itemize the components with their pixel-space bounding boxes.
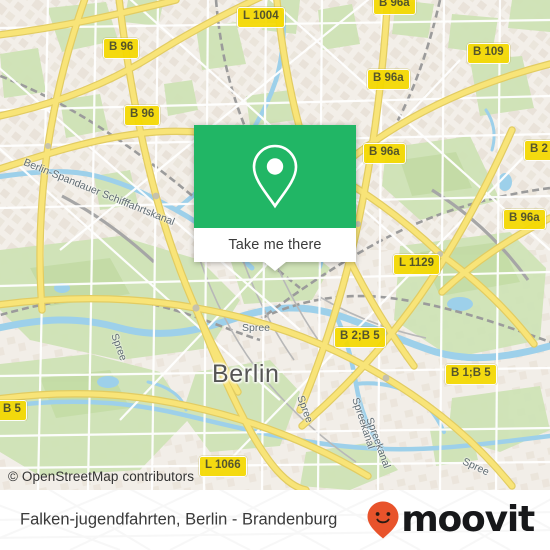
road-shield: B 1;B 5 [445, 364, 497, 385]
road-shield: B 2;B 5 [334, 327, 386, 348]
place-title: Falken-jugendfahrten, Berlin - Brandenbu… [20, 510, 338, 529]
road-shield: L 1129 [393, 254, 440, 275]
road-shield: B 96a [367, 69, 410, 90]
road-shield: B 96a [373, 0, 416, 15]
moovit-map-page: L 1004 B 96a B 96 B 109 B 96a B 96 B 96a B 2 B 9… [0, 0, 550, 550]
moovit-pin-smiley-icon [367, 501, 399, 539]
road-shield: B 96 [124, 105, 161, 126]
road-shield: B 96a [363, 143, 406, 164]
road-shield: B 2 [524, 140, 550, 161]
road-shield: B 96a [503, 209, 546, 230]
map-pin-icon [252, 144, 298, 208]
callout-image-panel [194, 125, 356, 228]
map-canvas[interactable]: L 1004 B 96a B 96 B 109 B 96a B 96 B 96a B 2 B 9… [0, 0, 550, 490]
take-me-there-button[interactable]: Take me there [194, 228, 356, 271]
road-shield: B 5 [0, 400, 27, 421]
road-shield: B 109 [467, 43, 510, 64]
moovit-logo[interactable]: moovit [366, 499, 535, 540]
footer-bar: Falken-jugendfahrten, Berlin - Brandenbu… [0, 490, 550, 550]
city-label-berlin: Berlin [212, 360, 280, 388]
osm-attribution: © OpenStreetMap contributors [8, 469, 195, 484]
moovit-wordmark: moovit [401, 499, 535, 540]
map-callout-popup[interactable]: Take me there [194, 125, 356, 271]
water-label: Spree [242, 322, 271, 334]
callout-pointer [264, 262, 286, 271]
take-me-there-label: Take me there [228, 237, 322, 253]
road-shield: L 1066 [199, 456, 247, 477]
road-shield: L 1004 [237, 7, 285, 28]
road-shield: B 96 [103, 38, 140, 59]
